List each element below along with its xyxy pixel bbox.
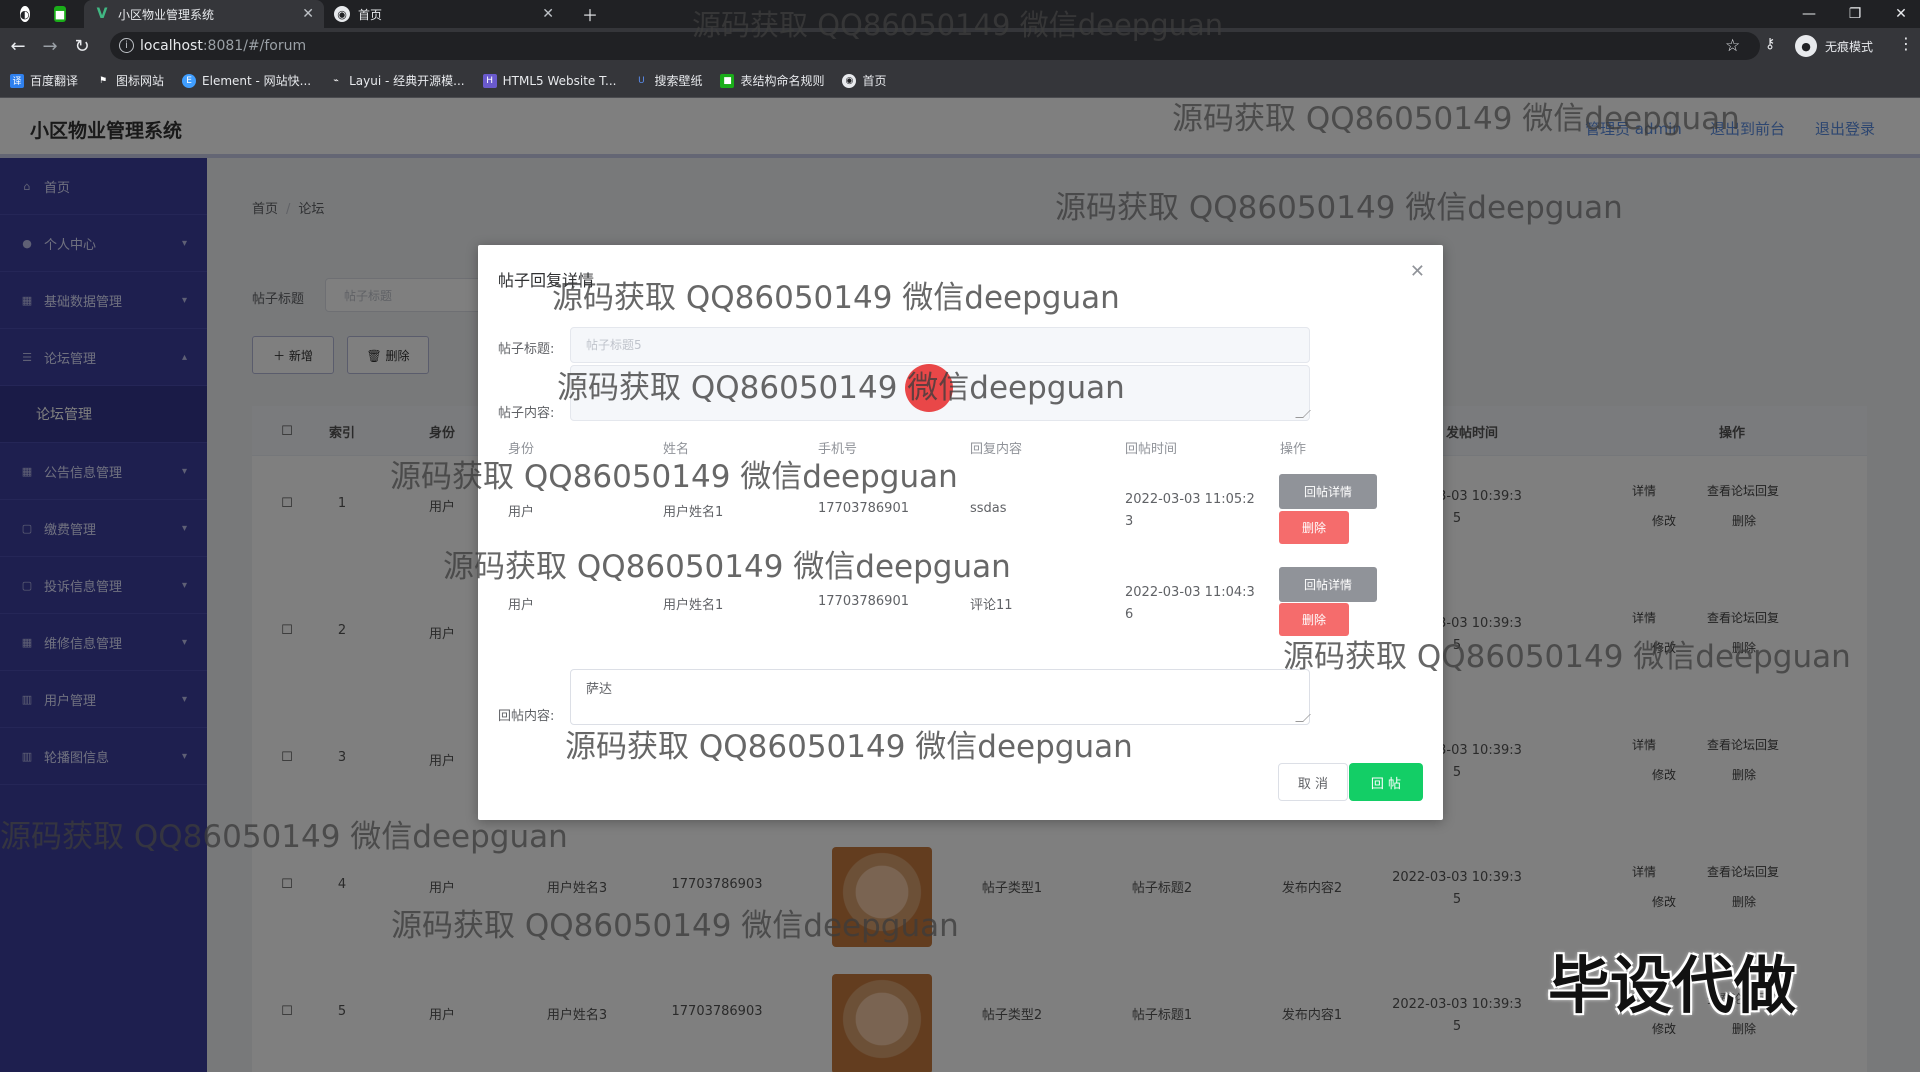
incognito-indicator[interactable]: ● 无痕模式 <box>1795 34 1873 58</box>
forward-button[interactable]: → <box>38 34 62 58</box>
bookmark-label: 搜索壁纸 <box>654 74 703 88</box>
reply-content: ssdas <box>970 501 1007 516</box>
bookmark-label: Layui - 经典开源模... <box>349 74 465 88</box>
reply-name: 用户姓名1 <box>663 505 724 520</box>
pinned-tab[interactable]: ■ <box>44 0 84 28</box>
close-window-button[interactable]: ✕ <box>1878 0 1920 28</box>
bookmark-item[interactable]: ⌁ Layui - 经典开源模... <box>329 72 464 89</box>
cancel-button[interactable]: 取 消 <box>1278 763 1348 801</box>
watermark-text: 源码获取 QQ86050149 微信deepguan <box>0 819 568 855</box>
reply-detail-button[interactable]: 回帖详情 <box>1279 567 1377 602</box>
watermark-text: 源码获取 QQ86050149 微信deepguan <box>390 459 958 495</box>
reply-detail-button[interactable]: 回帖详情 <box>1279 474 1377 509</box>
tab-property-system[interactable]: V 小区物业管理系统 ✕ <box>84 0 324 28</box>
bookmark-item[interactable]: E Element - 网站快... <box>182 72 311 89</box>
close-icon[interactable]: ✕ <box>1410 261 1425 282</box>
info-icon[interactable]: i <box>119 38 134 53</box>
back-button[interactable]: ← <box>6 34 30 58</box>
globe-icon: ◉ <box>842 73 857 88</box>
bookmark-label: 首页 <box>862 74 887 88</box>
html5-icon: H <box>482 73 497 88</box>
restore-button[interactable]: ❐ <box>1832 0 1878 28</box>
tab-title: 小区物业管理系统 <box>118 7 215 22</box>
promo-stamp: 毕设代做 <box>1548 949 1797 1022</box>
reply-content-value: 萨达 <box>586 682 613 697</box>
bookmark-label: HTML5 Website T... <box>502 73 617 88</box>
close-tab-icon[interactable]: ✕ <box>302 6 314 22</box>
url-host: localhost <box>140 38 203 54</box>
tab-title: 首页 <box>358 7 383 22</box>
bookmark-item[interactable]: ⚑ 图标网站 <box>96 72 164 89</box>
wallpaper-icon: U <box>638 75 645 86</box>
bookmark-label: 表结构命名规则 <box>740 74 825 88</box>
watermark-text: 源码获取 QQ86050149 微信deepguan <box>1283 639 1851 675</box>
submit-reply-button[interactable]: 回 帖 <box>1349 763 1423 801</box>
minimize-button[interactable]: — <box>1786 0 1832 28</box>
baidu-icon: 译 <box>10 73 24 88</box>
reply-time: 2022-03-03 11:05:23 <box>1125 492 1255 529</box>
incognito-label: 无痕模式 <box>1825 39 1874 54</box>
bookmark-label: 百度翻译 <box>30 74 79 88</box>
reply-content-label: 回帖内容: <box>498 709 555 724</box>
bookmark-star-icon[interactable]: ☆ <box>1725 36 1740 56</box>
new-tab-button[interactable]: ＋ <box>572 0 602 28</box>
reply-phone: 17703786901 <box>818 594 909 609</box>
close-tab-icon[interactable]: ✕ <box>542 6 554 22</box>
reply-content-textarea[interactable]: 萨达 <box>570 669 1311 725</box>
watermark-text: 源码获取 QQ86050149 微信deepguan <box>692 8 1224 42</box>
bookmark-item[interactable]: U 搜索壁纸 <box>634 72 702 89</box>
watermark-text: 源码获取 QQ86050149 微信deepguan <box>557 370 1125 406</box>
watermark-text: 源码获取 QQ86050149 微信deepguan <box>565 729 1133 765</box>
bookmark-label: Element - 网站快... <box>202 74 312 88</box>
chrome-menu-icon[interactable]: ◐ <box>10 0 46 28</box>
post-content-label: 帖子内容: <box>498 406 555 421</box>
watermark-text: 源码获取 QQ86050149 微信deepguan <box>1172 101 1740 137</box>
table-icon: ■ <box>720 73 735 88</box>
bookmark-item[interactable]: 译百度翻译 <box>10 72 78 89</box>
vue-icon: V <box>96 6 108 22</box>
reply-role: 用户 <box>508 505 535 520</box>
watermark-text: 源码获取 QQ86050149 微信deepguan <box>391 908 959 944</box>
post-title-label: 帖子标题: <box>498 342 555 357</box>
tab-home[interactable]: ◉ 首页 ✕ <box>324 0 564 28</box>
bookmark-label: 图标网站 <box>116 74 165 88</box>
watermark-text: 源码获取 QQ86050149 微信deepguan <box>1055 190 1623 226</box>
incognito-icon: ● <box>1795 35 1817 57</box>
post-title-field[interactable]: 帖子标题5 <box>570 327 1310 363</box>
reload-button[interactable]: ↻ <box>70 34 94 58</box>
key-icon[interactable]: ⚷ <box>1765 36 1775 52</box>
element-icon: E <box>182 73 197 88</box>
reply-name: 用户姓名1 <box>663 598 724 613</box>
flag-icon: ⚑ <box>98 75 108 86</box>
reply-col-actions: 操作 <box>1280 442 1307 457</box>
bookmark-item[interactable]: H HTML5 Website T... <box>482 73 617 88</box>
watermark-text: 源码获取 QQ86050149 微信deepguan <box>552 280 1120 316</box>
layui-icon: ⌁ <box>333 75 339 86</box>
bookmark-item[interactable]: ◉ 首页 <box>842 72 887 89</box>
reply-time: 2022-03-03 11:04:36 <box>1125 585 1255 622</box>
globe-icon: ◉ <box>334 6 350 22</box>
bookmark-item[interactable]: ■ 表结构命名规则 <box>720 72 824 89</box>
watermark-text: 源码获取 QQ86050149 微信deepguan <box>443 549 1011 585</box>
reply-col-time: 回帖时间 <box>1125 442 1178 457</box>
reply-role: 用户 <box>508 598 535 613</box>
reply-delete-button[interactable]: 删除 <box>1279 511 1349 544</box>
reply-col-content: 回复内容 <box>970 442 1023 457</box>
browser-menu-icon[interactable]: ⋮ <box>1898 34 1914 53</box>
reply-phone: 17703786901 <box>818 501 909 516</box>
url-path: :8081/#/forum <box>202 38 307 54</box>
reply-content: 评论11 <box>970 598 1013 613</box>
